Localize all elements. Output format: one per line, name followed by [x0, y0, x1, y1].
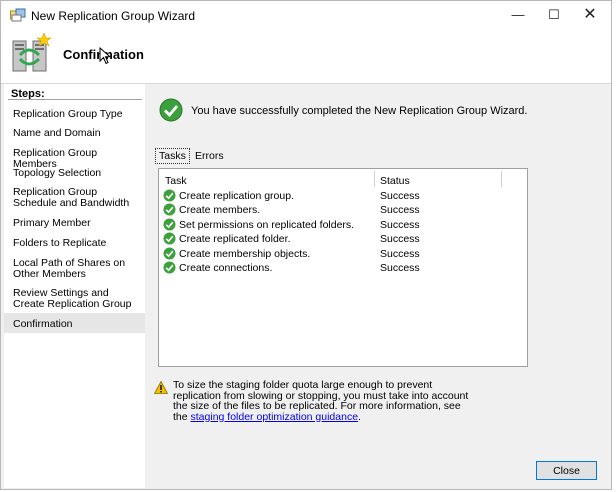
task-status: Success — [380, 190, 420, 202]
step-name-and-domain[interactable]: Name and Domain — [13, 128, 143, 139]
table-row[interactable]: Set permissions on replicated folders. S… — [163, 218, 523, 232]
task-name: Create members. — [179, 204, 261, 216]
step-folders-to-replicate[interactable]: Folders to Replicate — [13, 238, 143, 249]
success-check-icon — [163, 247, 176, 260]
column-separator[interactable] — [374, 171, 375, 187]
column-header-task[interactable]: Task — [165, 175, 187, 187]
success-check-icon — [159, 98, 183, 122]
task-status: Success — [380, 248, 420, 260]
table-row[interactable]: Create members. Success — [163, 203, 523, 217]
mouse-cursor-icon — [99, 47, 112, 65]
table-row[interactable]: Create replicated folder. Success — [163, 232, 523, 246]
step-local-path-of-shares[interactable]: Local Path of Shares on Other Members — [13, 258, 143, 280]
success-check-icon — [163, 203, 176, 216]
warning-text-end: . — [358, 410, 361, 423]
column-separator[interactable] — [501, 171, 502, 187]
close-button[interactable]: Close — [536, 461, 597, 480]
window-close-button[interactable]: ✕ — [568, 1, 612, 29]
step-topology-selection[interactable]: Topology Selection — [13, 168, 143, 179]
column-header-status[interactable]: Status — [380, 175, 410, 187]
task-name: Set permissions on replicated folders. — [179, 219, 355, 231]
tab-errors[interactable]: Errors — [195, 149, 224, 163]
steps-panel: Steps: Replication Group Type Name and D… — [4, 84, 145, 488]
tasks-table[interactable]: Task Status Create replication group. Su… — [158, 168, 528, 367]
task-status: Success — [380, 219, 420, 231]
warning-icon — [154, 381, 168, 394]
table-row[interactable]: Create membership objects. Success — [163, 247, 523, 261]
success-check-icon — [163, 218, 176, 231]
table-row[interactable]: Create connections. Success — [163, 261, 523, 275]
task-name: Create connections. — [179, 262, 273, 274]
step-replication-group-type[interactable]: Replication Group Type — [13, 109, 143, 120]
task-name: Create replicated folder. — [179, 233, 291, 245]
task-status: Success — [380, 262, 420, 274]
tab-tasks[interactable]: Tasks — [155, 148, 190, 164]
table-row[interactable]: Create replication group. Success — [163, 189, 523, 203]
staging-quota-warning: To size the staging folder quota large e… — [173, 380, 473, 422]
server-replication-icon — [12, 33, 51, 72]
success-check-icon — [163, 232, 176, 245]
main-content: You have successfully completed the New … — [149, 84, 612, 488]
window-title: New Replication Group Wizard — [31, 9, 196, 23]
success-check-icon — [163, 189, 176, 202]
staging-guidance-link[interactable]: staging folder optimization guidance — [191, 411, 359, 423]
close-button-label: Close — [553, 464, 580, 477]
step-primary-member[interactable]: Primary Member — [13, 218, 143, 229]
step-schedule-and-bandwidth[interactable]: Replication Group Schedule and Bandwidth — [13, 187, 143, 209]
task-name: Create replication group. — [179, 190, 294, 202]
wizard-window: New Replication Group Wizard — ☐ ✕ Confi… — [0, 0, 612, 490]
steps-divider — [8, 99, 142, 100]
step-review-settings[interactable]: Review Settings and Create Replication G… — [13, 288, 143, 310]
task-name: Create membership objects. — [179, 248, 311, 260]
step-confirmation[interactable]: Confirmation — [13, 319, 143, 330]
wizard-header: Confirmation — [1, 29, 611, 84]
success-check-icon — [163, 261, 176, 274]
task-status: Success — [380, 204, 420, 216]
success-message: You have successfully completed the New … — [191, 105, 528, 117]
task-status: Success — [380, 233, 420, 245]
replication-wizard-icon — [10, 8, 26, 22]
title-bar[interactable]: New Replication Group Wizard — ☐ ✕ — [1, 1, 611, 29]
